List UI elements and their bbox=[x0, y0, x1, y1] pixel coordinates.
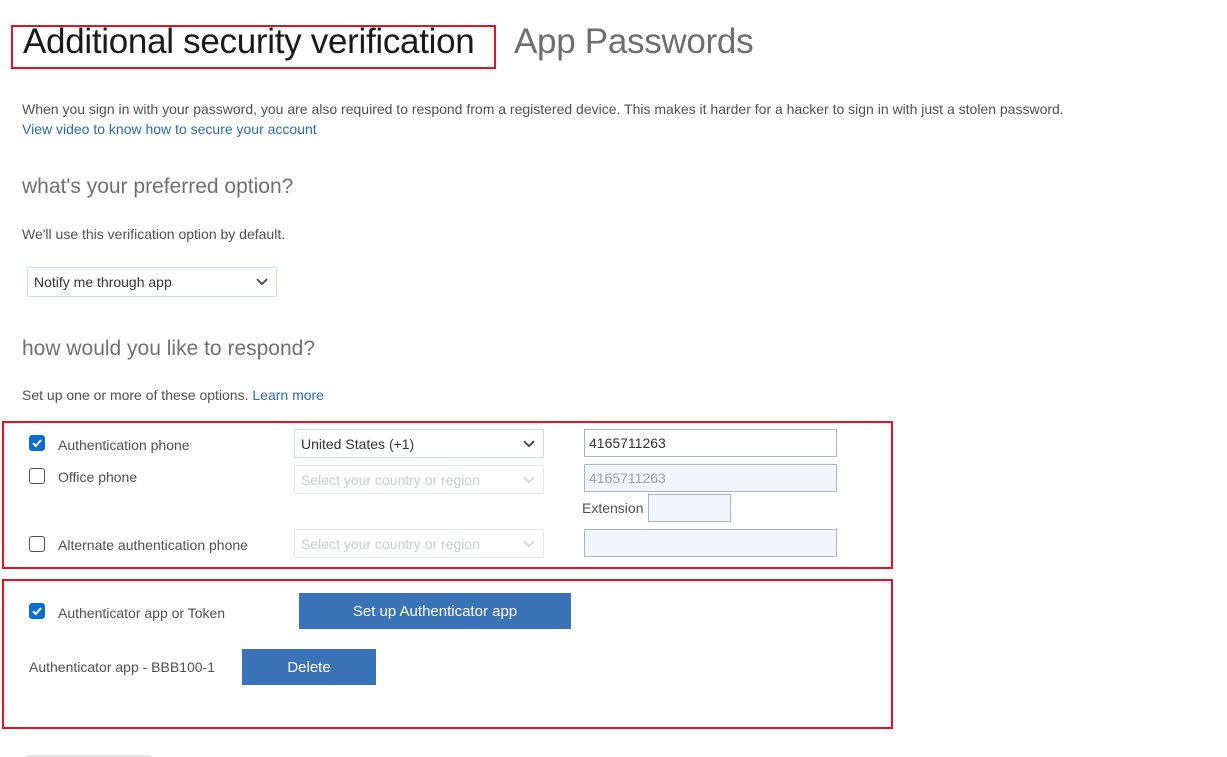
page-title: Additional security verification bbox=[23, 22, 475, 61]
tab-app-passwords[interactable]: App Passwords bbox=[514, 22, 754, 62]
office-phone-checkbox[interactable] bbox=[29, 468, 45, 484]
view-video-link[interactable]: View video to know how to secure your ac… bbox=[22, 121, 317, 137]
respond-heading: how would you like to respond? bbox=[22, 337, 316, 360]
authenticator-app-checkbox[interactable] bbox=[29, 603, 45, 619]
chevron-down-icon bbox=[523, 439, 535, 447]
alternate-phone-label: Alternate authentication phone bbox=[58, 537, 248, 553]
office-phone-extension-input[interactable] bbox=[648, 494, 731, 522]
checkmark-icon bbox=[32, 607, 42, 616]
setup-authenticator-app-button[interactable]: Set up Authenticator app bbox=[299, 593, 571, 629]
intro-text: When you sign in with your password, you… bbox=[22, 101, 1064, 117]
authentication-phone-country-value: United States (+1) bbox=[301, 435, 415, 452]
authentication-phone-number-value: 4165711263 bbox=[589, 435, 666, 451]
authenticator-app-label: Authenticator app or Token bbox=[58, 605, 226, 621]
learn-more-link[interactable]: Learn more bbox=[252, 387, 324, 403]
office-phone-label: Office phone bbox=[58, 469, 138, 485]
authentication-phone-label: Authentication phone bbox=[58, 437, 190, 453]
office-phone-country-placeholder: Select your country or region bbox=[301, 471, 480, 488]
office-phone-number-input[interactable]: 4165711263 bbox=[584, 464, 837, 492]
preferred-option-heading: what's your preferred option? bbox=[22, 175, 294, 198]
preferred-option-description: We'll use this verification option by de… bbox=[22, 226, 286, 242]
checkmark-icon bbox=[32, 439, 42, 448]
respond-description-text: Set up one or more of these options. bbox=[22, 387, 249, 403]
office-phone-country-select[interactable]: Select your country or region bbox=[294, 465, 544, 494]
chevron-down-icon bbox=[523, 475, 535, 483]
office-phone-number-value: 4165711263 bbox=[589, 470, 666, 486]
alternate-phone-checkbox[interactable] bbox=[29, 536, 45, 552]
authentication-phone-number-input[interactable]: 4165711263 bbox=[584, 429, 837, 457]
extension-label: Extension bbox=[582, 500, 644, 516]
chevron-down-icon bbox=[256, 278, 268, 286]
chevron-down-icon bbox=[523, 539, 535, 547]
alternate-phone-country-select[interactable]: Select your country or region bbox=[294, 529, 544, 558]
authentication-phone-country-select[interactable]: United States (+1) bbox=[294, 429, 544, 458]
preferred-option-value: Notify me through app bbox=[34, 274, 172, 290]
authenticator-device-label: Authenticator app - BBB100-1 bbox=[29, 659, 216, 675]
delete-authenticator-button[interactable]: Delete bbox=[242, 649, 376, 685]
preferred-option-select[interactable]: Notify me through app bbox=[27, 267, 277, 297]
alternate-phone-number-input[interactable] bbox=[584, 529, 837, 557]
respond-description: Set up one or more of these options. Lea… bbox=[22, 387, 324, 403]
authentication-phone-checkbox[interactable] bbox=[29, 435, 45, 451]
alternate-phone-country-placeholder: Select your country or region bbox=[301, 535, 480, 552]
